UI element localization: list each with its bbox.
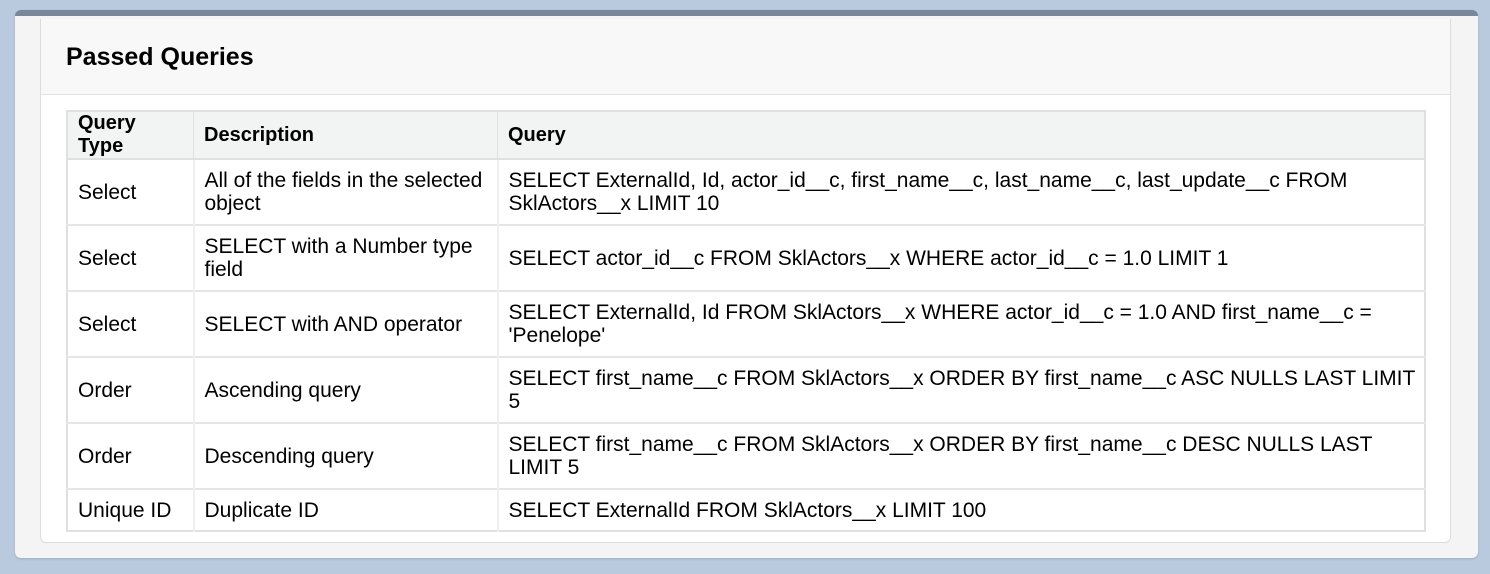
table-row: Order Descending query SELECT first_name… (67, 422, 1425, 489)
cell-query-type: Order (67, 356, 195, 423)
cell-query-type: Unique ID (67, 488, 195, 531)
cell-query-type: Select (67, 158, 195, 225)
cell-query: SELECT actor_id__c FROM SklActors__x WHE… (497, 224, 1425, 291)
table-header-row: Query Type Description Query (66, 110, 1425, 160)
cell-description: SELECT with a Number type field (193, 224, 499, 291)
cell-query-type: Select (67, 224, 195, 291)
cell-description: Descending query (193, 422, 499, 489)
table-row: Select SELECT with a Number type field S… (67, 224, 1425, 291)
column-header-description: Description (193, 110, 498, 160)
panel-title: Passed Queries (66, 43, 254, 71)
cell-description: Duplicate ID (193, 488, 499, 531)
passed-queries-panel: Passed Queries Query Type Description Qu… (40, 19, 1451, 543)
cell-query-type: Order (67, 422, 195, 489)
cell-description: All of the fields in the selected object (193, 158, 499, 225)
cell-description: SELECT with AND operator (193, 290, 499, 357)
table-row: Order Ascending query SELECT first_name_… (67, 356, 1425, 423)
table-row: Select All of the fields in the selected… (67, 158, 1425, 225)
column-header-query: Query (497, 110, 1425, 160)
cell-query: SELECT ExternalId, Id, actor_id__c, firs… (497, 158, 1425, 225)
passed-queries-table: Query Type Description Query Select All … (66, 110, 1426, 532)
panel-header: Passed Queries (41, 19, 1450, 95)
cell-query: SELECT first_name__c FROM SklActors__x O… (497, 422, 1425, 489)
page-container: Passed Queries Query Type Description Qu… (15, 10, 1478, 558)
cell-description: Ascending query (193, 356, 499, 423)
table-row: Select SELECT with AND operator SELECT E… (67, 290, 1425, 357)
table-row: Unique ID Duplicate ID SELECT ExternalId… (67, 488, 1425, 531)
cell-query: SELECT ExternalId FROM SklActors__x LIMI… (497, 488, 1425, 531)
cell-query: SELECT ExternalId, Id FROM SklActors__x … (497, 290, 1425, 357)
column-header-query-type: Query Type (66, 110, 194, 160)
cell-query-type: Select (67, 290, 195, 357)
cell-query: SELECT first_name__c FROM SklActors__x O… (497, 356, 1425, 423)
queries-table-wrapper: Query Type Description Query Select All … (66, 110, 1426, 532)
